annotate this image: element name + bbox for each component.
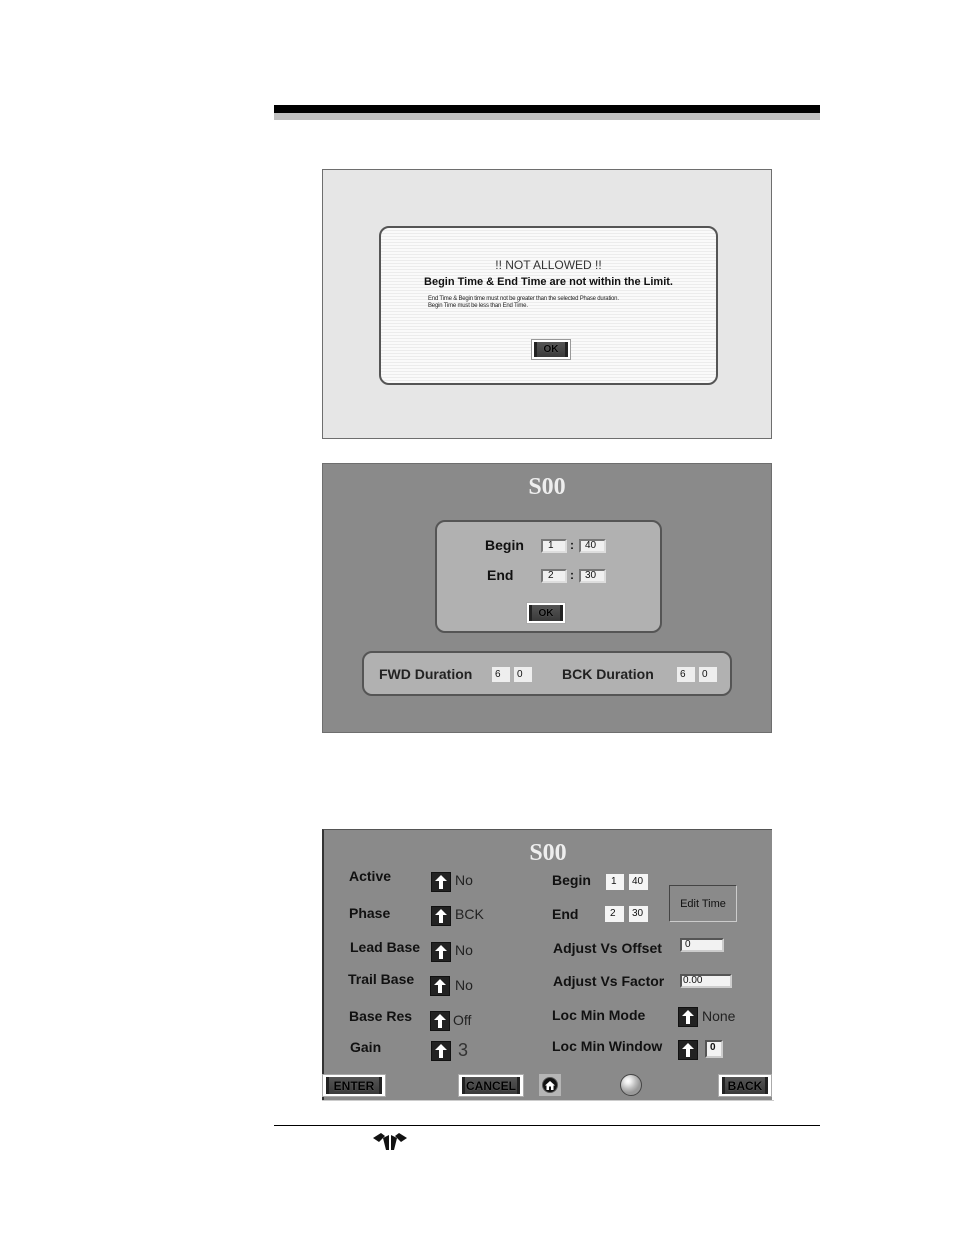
loc-min-mode-toggle-button[interactable] <box>678 1007 698 1027</box>
adjust-vs-factor-field[interactable]: 0.00 <box>680 974 732 988</box>
phase-toggle-button[interactable] <box>431 906 451 926</box>
cancel-label: CANCEL <box>462 1077 520 1094</box>
begin-seconds-field[interactable]: 40 <box>579 539 606 553</box>
fwd-duration-sec-field[interactable]: 0 <box>514 667 532 682</box>
not-allowed-dialog: !! NOT ALLOWED !! Begin Time & End Time … <box>379 226 718 385</box>
phase-label: Phase <box>349 905 391 921</box>
teledyne-logo-icon <box>371 1130 409 1152</box>
begin-label: Begin <box>552 872 591 888</box>
edit-time-screenshot: S00 Begin 1 : 40 End 2 : 30 OK FWD Durat… <box>322 463 772 733</box>
footer-rule <box>274 1125 820 1126</box>
gain-label: Gain <box>350 1039 382 1055</box>
gain-toggle-button[interactable] <box>431 1041 451 1061</box>
active-toggle-button[interactable] <box>431 872 451 892</box>
status-indicator-icon <box>620 1074 642 1096</box>
arrow-up-icon <box>434 1014 446 1028</box>
arrow-up-icon <box>434 979 446 993</box>
lead-base-value: No <box>455 942 473 958</box>
bck-duration-label: BCK Duration <box>562 666 654 682</box>
arrow-up-icon <box>435 909 447 923</box>
loc-min-window-toggle-button[interactable] <box>678 1040 698 1060</box>
base-res-label: Base Res <box>349 1008 413 1024</box>
adjust-vs-offset-field[interactable]: 0 <box>680 938 724 952</box>
dialog-detail-line-2: Begin Time must be less than End Time. <box>428 303 528 309</box>
gain-value: 3 <box>458 1040 469 1060</box>
duration-panel: FWD Duration 6 0 BCK Duration 6 0 <box>362 651 732 696</box>
screen-title: S00 <box>529 840 567 866</box>
dialog-ok-button[interactable]: OK <box>531 339 571 360</box>
not-allowed-screenshot: !! NOT ALLOWED !! Begin Time & End Time … <box>322 169 772 439</box>
end-seconds-value: 30 <box>629 906 648 922</box>
dialog-detail-line-1: End Time & Begin time must not be greate… <box>428 296 619 302</box>
enter-button[interactable]: ENTER <box>322 1074 386 1097</box>
back-button[interactable]: BACK <box>718 1074 772 1097</box>
dialog-title: !! NOT ALLOWED !! <box>495 258 602 272</box>
fwd-duration-label: FWD Duration <box>379 666 473 682</box>
time-ok-button[interactable]: OK <box>526 602 566 624</box>
screen-title: S00 <box>528 474 566 500</box>
cancel-button[interactable]: CANCEL <box>458 1074 524 1097</box>
fwd-duration-min-field[interactable]: 6 <box>492 667 510 682</box>
screen-bottom-edge <box>322 1100 774 1103</box>
begin-minutes-value: 1 <box>606 874 624 890</box>
trail-base-toggle-button[interactable] <box>430 976 450 996</box>
header-rule-gray <box>274 113 820 120</box>
loc-min-window-field[interactable]: 0 <box>705 1040 723 1058</box>
adjust-vs-factor-label: Adjust Vs Factor <box>553 973 665 989</box>
adjust-vs-offset-label: Adjust Vs Offset <box>553 940 662 956</box>
home-icon <box>542 1077 558 1093</box>
begin-minutes-field[interactable]: 1 <box>541 539 567 553</box>
base-res-value: Off <box>453 1012 472 1028</box>
end-minutes-field[interactable]: 2 <box>541 569 567 583</box>
edit-time-button[interactable]: Edit Time <box>669 885 737 922</box>
bck-duration-sec-field[interactable]: 0 <box>699 667 717 682</box>
end-minutes-value: 2 <box>605 906 624 922</box>
back-label: BACK <box>722 1077 768 1094</box>
header-rule-black <box>274 105 820 113</box>
home-button[interactable] <box>539 1074 561 1096</box>
begin-label: Begin <box>485 537 524 553</box>
dialog-message: Begin Time & End Time are not within the… <box>424 276 673 288</box>
arrow-up-icon <box>435 945 447 959</box>
lead-base-toggle-button[interactable] <box>431 942 451 962</box>
bck-duration-min-field[interactable]: 6 <box>677 667 695 682</box>
loc-min-window-label: Loc Min Window <box>552 1038 663 1054</box>
lead-base-label: Lead Base <box>350 939 421 955</box>
trail-base-value: No <box>455 977 473 993</box>
active-label: Active <box>349 868 392 884</box>
begin-seconds-value: 40 <box>629 874 648 890</box>
end-separator: : <box>570 568 574 582</box>
active-value: No <box>455 872 473 888</box>
settings-screenshot: S00 Active No Phase BCK Lead Base No Tra… <box>322 829 774 1103</box>
end-seconds-field[interactable]: 30 <box>579 569 606 583</box>
end-label: End <box>552 906 579 922</box>
arrow-up-icon <box>682 1010 694 1024</box>
arrow-up-icon <box>682 1043 694 1057</box>
begin-separator: : <box>570 538 574 552</box>
loc-min-mode-label: Loc Min Mode <box>552 1007 646 1023</box>
loc-min-mode-value: None <box>702 1008 736 1024</box>
arrow-up-icon <box>435 875 447 889</box>
time-ok-label: OK <box>529 605 563 621</box>
enter-label: ENTER <box>326 1077 382 1094</box>
phase-value: BCK <box>455 906 484 922</box>
end-label: End <box>487 567 514 583</box>
trail-base-label: Trail Base <box>348 971 415 987</box>
dialog-detail: End Time & Begin time must not be greate… <box>428 296 619 310</box>
dialog-ok-label: OK <box>534 342 568 357</box>
time-entry-panel: Begin 1 : 40 End 2 : 30 OK <box>435 520 662 633</box>
arrow-up-icon <box>435 1044 447 1058</box>
base-res-toggle-button[interactable] <box>430 1011 450 1031</box>
